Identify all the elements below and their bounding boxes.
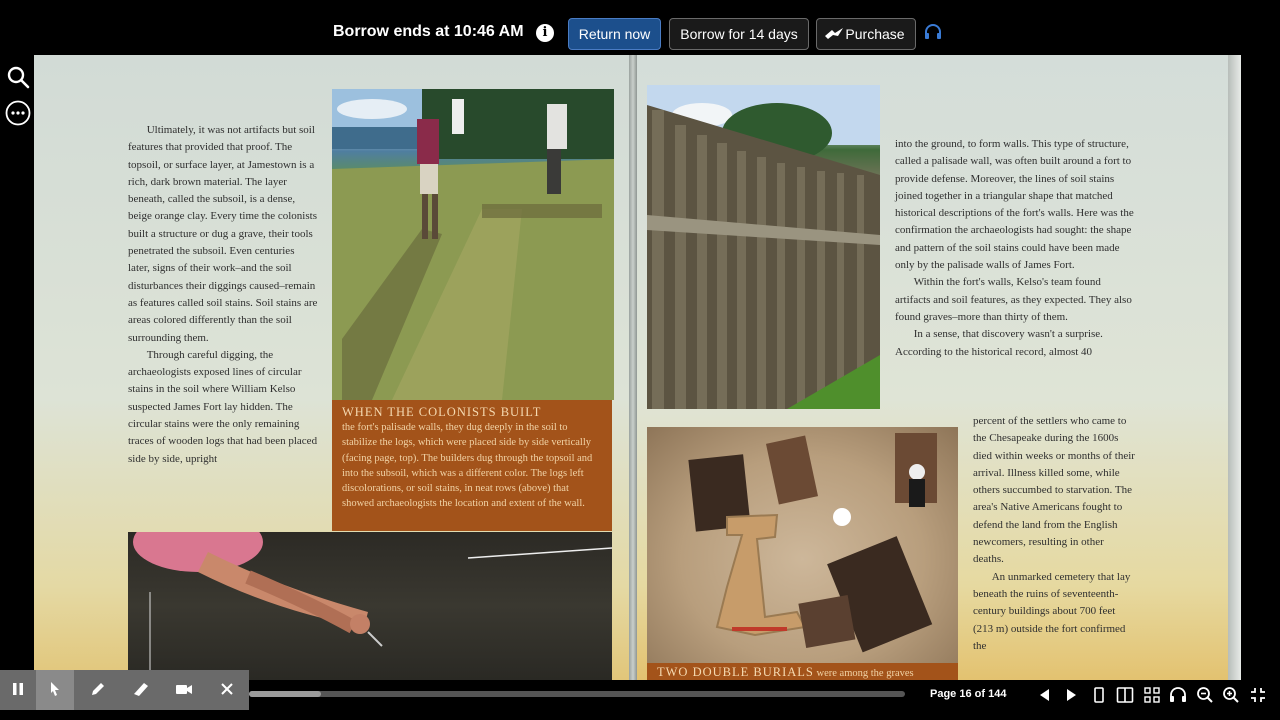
paragraph: An unmarked cemetery that lay beneath th… (973, 570, 1131, 652)
pencil-icon (92, 683, 104, 695)
book-gutter (629, 55, 637, 680)
highlighter-icon (134, 683, 148, 696)
right-column-text-bottom: percent of the settlers who came to the … (973, 413, 1135, 655)
pause-button[interactable] (0, 670, 38, 710)
page-indicator: Page 16 of 144 (930, 688, 1007, 700)
paragraph: into the ground, to form walls. This typ… (895, 138, 1134, 272)
bird-icon (825, 28, 843, 39)
double-burials-photo (647, 427, 958, 667)
palisade-wall-photo (647, 85, 880, 409)
previous-page-icon[interactable] (1036, 686, 1054, 704)
reading-progress-track[interactable] (249, 691, 905, 697)
thumbnail-view-icon[interactable] (1143, 686, 1161, 704)
info-icon[interactable]: i (536, 24, 554, 42)
right-photo-caption: Two double burials were among the graves (647, 663, 958, 680)
caption-text: the fort's palisade walls, they dug deep… (342, 422, 593, 510)
book-page-edge (1228, 55, 1241, 680)
next-page-icon[interactable] (1062, 686, 1080, 704)
top-bar: Borrow ends at 10:46 AM i Return now Bor… (0, 0, 1280, 55)
right-column-text-top: into the ground, to form walls. This typ… (895, 136, 1135, 361)
hands-digging-photo (128, 532, 612, 680)
close-toolbar-button[interactable] (209, 670, 247, 710)
reading-progress-fill (249, 691, 322, 697)
single-page-view-icon[interactable] (1090, 686, 1108, 704)
paragraph: percent of the settlers who came to the … (973, 415, 1135, 566)
paragraph: In a sense, that discovery wasn't a surp… (895, 328, 1103, 358)
excavation-photo (332, 89, 614, 400)
zoom-out-icon[interactable] (1196, 686, 1214, 704)
left-column-text: Ultimately, it was not artifacts but soi… (128, 122, 318, 468)
headphones-icon[interactable] (1169, 686, 1187, 704)
caption-text: were among the graves (816, 668, 914, 679)
exit-fullscreen-icon[interactable] (1249, 686, 1267, 704)
camera-icon (176, 685, 192, 694)
highlighter-tool-button[interactable] (123, 670, 161, 710)
close-icon (221, 683, 233, 695)
borrow-14-days-button[interactable]: Borrow for 14 days (669, 18, 809, 50)
caption-heading: Two double burials (657, 665, 814, 679)
return-now-button[interactable]: Return now (568, 18, 661, 50)
cursor-icon (51, 682, 59, 696)
pause-icon (13, 683, 23, 695)
more-options-icon[interactable] (5, 100, 31, 126)
borrow-status-text: Borrow ends at 10:46 AM (333, 23, 524, 40)
paragraph: Ultimately, it was not artifacts but soi… (128, 124, 318, 344)
two-page-view-icon[interactable] (1116, 686, 1134, 704)
headphones-icon[interactable] (924, 24, 942, 40)
left-photo-caption: When the colonists built the fort's pali… (332, 400, 612, 531)
pointer-tool-button[interactable] (36, 670, 74, 710)
zoom-in-icon[interactable] (1222, 686, 1240, 704)
paragraph: Within the fort's walls, Kelso's team fo… (895, 276, 1132, 323)
video-tool-button[interactable] (166, 670, 204, 710)
search-icon[interactable] (6, 65, 30, 89)
caption-heading: When the colonists built (342, 405, 542, 419)
pen-tool-button[interactable] (80, 670, 118, 710)
paragraph: Through careful digging, the archaeologi… (128, 348, 318, 465)
